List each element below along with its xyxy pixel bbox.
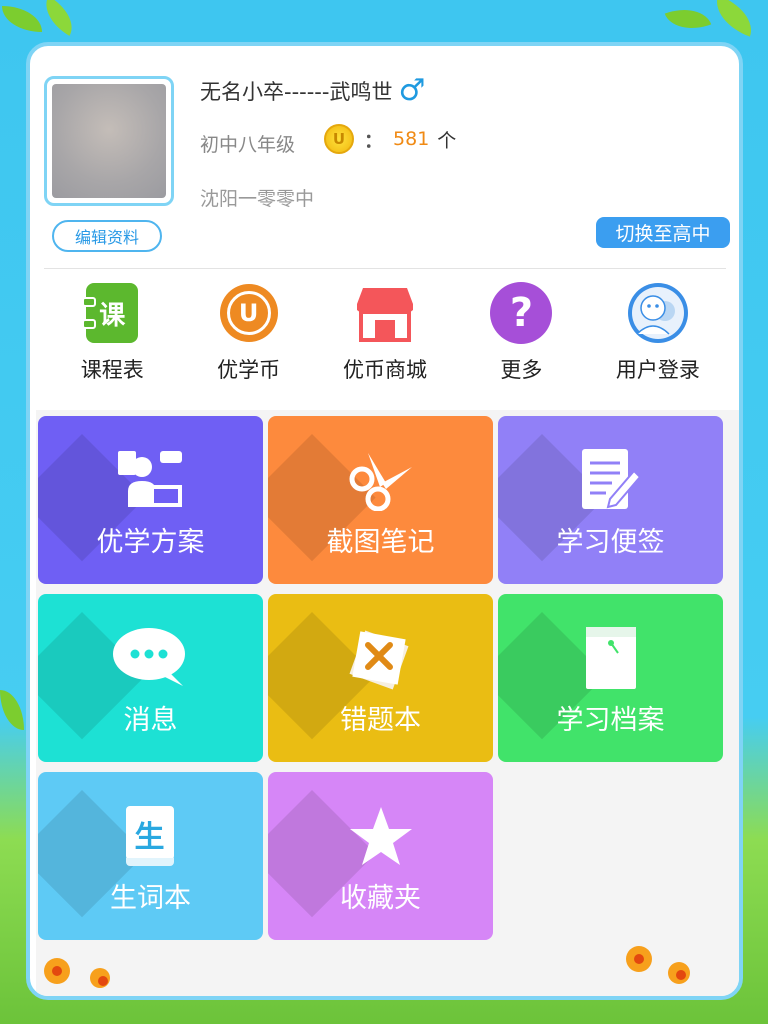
flower-decoration [90, 968, 110, 988]
quick-item-login[interactable]: 用户登录 [590, 278, 726, 388]
coin-icon: U [218, 282, 280, 344]
leaf-decoration [708, 0, 760, 37]
quick-item-label: 用户登录 [615, 358, 700, 382]
tile-study-archive[interactable]: 学习档案 [498, 594, 723, 762]
coin-icon: U [324, 124, 354, 154]
school-label: 沈阳一零零中 [200, 188, 315, 210]
main-card: 编辑资料 无名小卒------武鸣世 ♂ 初中八年级 U ： 581 个 沈阳一… [26, 42, 743, 1000]
quick-item-label: 优币商城 [343, 358, 428, 382]
tile-study-plan[interactable]: 优学方案 [38, 416, 263, 584]
quick-item-label: 优学币 [217, 358, 281, 382]
avatar[interactable] [44, 76, 174, 206]
archive-icon [571, 618, 651, 698]
tile-wrong-questions[interactable]: 错题本 [268, 594, 493, 762]
tile-label: 截图笔记 [326, 527, 435, 558]
scissors-icon [341, 440, 421, 520]
tile-screenshot-notes[interactable]: 截图笔记 [268, 416, 493, 584]
quick-menu: 课 课程表 U 优学币 优币商城 ? 更多 用户登录 [44, 278, 726, 388]
flower-decoration [626, 946, 652, 972]
leaf-decoration [36, 0, 82, 36]
grade-label: 初中八年级 [200, 134, 296, 156]
vocabulary-icon: 生 [111, 796, 191, 876]
leaf-decoration [664, 0, 712, 39]
coin-count: 581 [393, 128, 430, 150]
message-icon [111, 618, 191, 698]
tile-label: 生词本 [110, 883, 191, 914]
quick-item-more[interactable]: ? 更多 [453, 278, 589, 388]
user-icon [627, 282, 689, 344]
quick-item-coin[interactable]: U 优学币 [180, 278, 316, 388]
tile-label: 学习档案 [556, 705, 665, 736]
username: 无名小卒------武鸣世 ♂ [200, 76, 425, 106]
quick-item-label: 课程表 [80, 358, 144, 382]
username-text: 无名小卒------武鸣世 [200, 80, 393, 104]
wrong-book-icon [341, 618, 421, 698]
divider [44, 268, 726, 269]
quick-item-schedule[interactable]: 课 课程表 [44, 278, 180, 388]
tile-label: 消息 [123, 705, 178, 736]
switch-high-school-button[interactable]: 切换至高中 [596, 217, 730, 248]
male-icon: ♂ [398, 73, 426, 108]
tile-study-notes[interactable]: 学习便签 [498, 416, 723, 584]
coin-separator: ： [364, 129, 384, 152]
tile-label: 优学方案 [96, 527, 205, 558]
tile-messages[interactable]: 消息 [38, 594, 263, 762]
study-plan-icon [111, 440, 191, 520]
leaf-decoration [0, 690, 24, 730]
shop-icon [354, 282, 416, 344]
quick-item-shop[interactable]: 优币商城 [317, 278, 453, 388]
edit-profile-button[interactable]: 编辑资料 [52, 220, 162, 252]
tile-favorites[interactable]: 收藏夹 [268, 772, 493, 940]
flower-decoration [668, 962, 690, 984]
schedule-icon: 课 [81, 282, 143, 344]
flower-decoration [44, 958, 70, 984]
notepad-icon [571, 440, 651, 520]
leaf-decoration [2, 6, 42, 32]
tile-label: 学习便签 [556, 527, 665, 558]
tile-label: 错题本 [340, 705, 421, 736]
coin-balance: U ： 581 个 [324, 124, 456, 154]
tile-vocabulary[interactable]: 生 生词本 [38, 772, 263, 940]
help-icon: ? [490, 282, 553, 344]
coin-unit: 个 [437, 129, 457, 152]
quick-item-label: 更多 [500, 358, 543, 382]
star-icon [341, 796, 421, 876]
tile-label: 收藏夹 [340, 883, 421, 914]
